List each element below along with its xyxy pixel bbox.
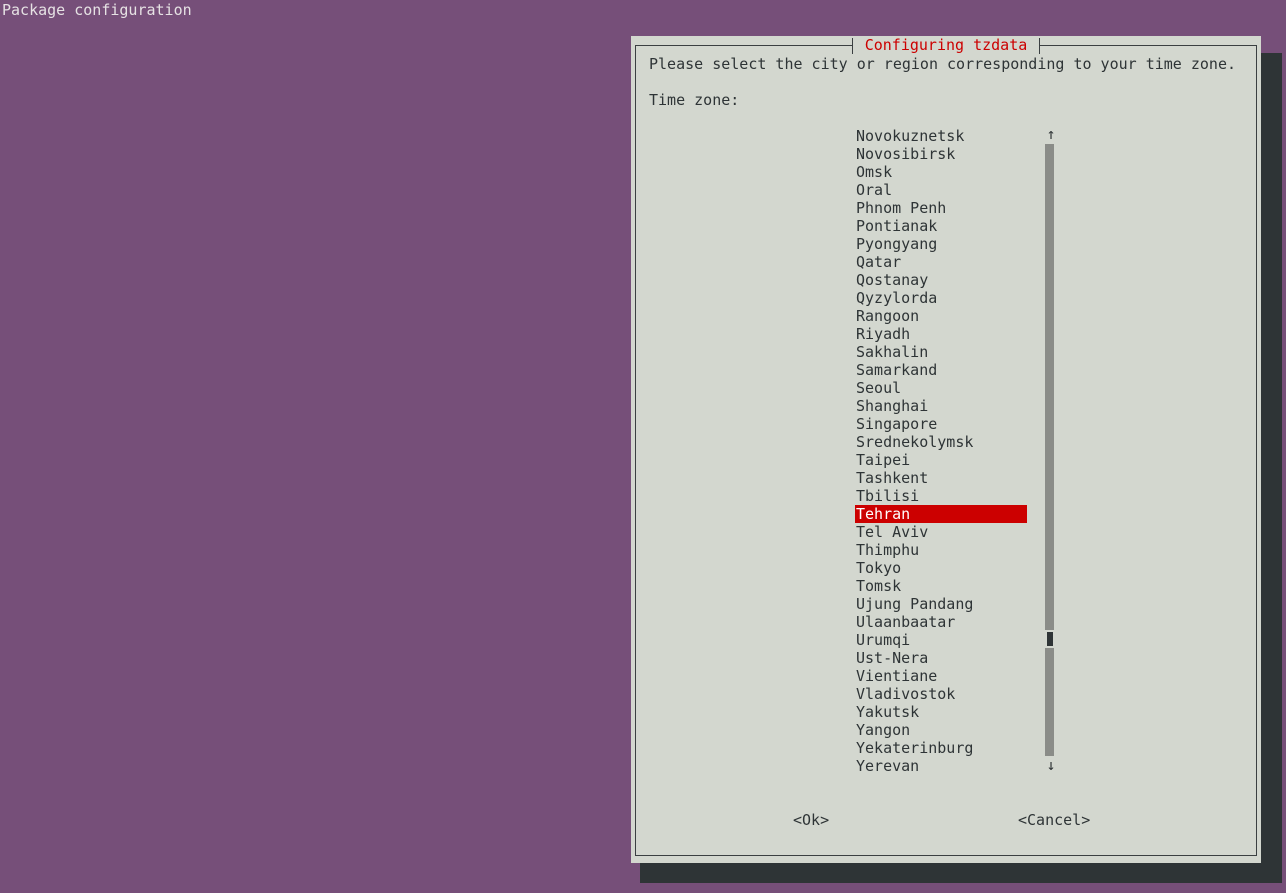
- time-zone-option[interactable]: Vientiane: [855, 667, 1027, 685]
- time-zone-option[interactable]: Oral: [855, 181, 1027, 199]
- time-zone-option[interactable]: Seoul: [855, 379, 1027, 397]
- time-zone-option[interactable]: Tbilisi: [855, 487, 1027, 505]
- time-zone-option[interactable]: Thimphu: [855, 541, 1027, 559]
- time-zone-option[interactable]: Singapore: [855, 415, 1027, 433]
- time-zone-option[interactable]: Ulaanbaatar: [855, 613, 1027, 631]
- time-zone-option[interactable]: Tehran: [855, 505, 1027, 523]
- time-zone-option[interactable]: Omsk: [855, 163, 1027, 181]
- time-zone-option[interactable]: Samarkand: [855, 361, 1027, 379]
- time-zone-option[interactable]: Qyzylorda: [855, 289, 1027, 307]
- time-zone-option[interactable]: Urumqi: [855, 631, 1027, 649]
- cancel-button[interactable]: <Cancel>: [1018, 811, 1090, 829]
- time-zone-option[interactable]: Yerevan: [855, 757, 1027, 775]
- time-zone-label: Time zone:: [649, 91, 740, 109]
- time-zone-option[interactable]: Novokuznetsk: [855, 127, 1027, 145]
- time-zone-option[interactable]: Rangoon: [855, 307, 1027, 325]
- terminal-screen: Package configuration Configuring tzdata…: [0, 0, 1286, 893]
- scroll-up-arrow-icon[interactable]: ↑: [1044, 125, 1058, 143]
- time-zone-option[interactable]: Taipei: [855, 451, 1027, 469]
- time-zone-option[interactable]: Qostanay: [855, 271, 1027, 289]
- time-zone-option[interactable]: Yekaterinburg: [855, 739, 1027, 757]
- time-zone-option[interactable]: Tomsk: [855, 577, 1027, 595]
- time-zone-option[interactable]: Yangon: [855, 721, 1027, 739]
- scrollbar-thumb[interactable]: [1047, 632, 1053, 646]
- time-zone-option[interactable]: Pyongyang: [855, 235, 1027, 253]
- time-zone-option[interactable]: Vladivostok: [855, 685, 1027, 703]
- time-zone-option[interactable]: Novosibirsk: [855, 145, 1027, 163]
- time-zone-option[interactable]: Pontianak: [855, 217, 1027, 235]
- time-zone-option[interactable]: Qatar: [855, 253, 1027, 271]
- time-zone-option[interactable]: Tokyo: [855, 559, 1027, 577]
- time-zone-option[interactable]: Tashkent: [855, 469, 1027, 487]
- time-zone-option[interactable]: Sakhalin: [855, 343, 1027, 361]
- time-zone-list[interactable]: Novokuznetsk Novosibirsk Omsk Oral Phnom Pen…: [855, 127, 1027, 775]
- screen-title: Package configuration: [2, 1, 192, 19]
- scroll-down-arrow-icon[interactable]: ↓: [1044, 756, 1058, 774]
- time-zone-option[interactable]: Srednekolymsk: [855, 433, 1027, 451]
- time-zone-option[interactable]: Ujung Pandang: [855, 595, 1027, 613]
- scrollbar-track[interactable]: [1045, 144, 1054, 756]
- ok-button[interactable]: <Ok>: [793, 811, 829, 829]
- time-zone-option[interactable]: Yakutsk: [855, 703, 1027, 721]
- dialog-prompt: Please select the city or region corresp…: [649, 55, 1236, 73]
- time-zone-option[interactable]: Shanghai: [855, 397, 1027, 415]
- time-zone-option[interactable]: Ust-Nera: [855, 649, 1027, 667]
- tzdata-dialog: Configuring tzdata Please select the cit…: [631, 36, 1261, 863]
- dialog-title: Configuring tzdata: [852, 36, 1040, 54]
- time-zone-option[interactable]: Tel Aviv: [855, 523, 1027, 541]
- time-zone-option[interactable]: Phnom Penh: [855, 199, 1027, 217]
- time-zone-option[interactable]: Riyadh: [855, 325, 1027, 343]
